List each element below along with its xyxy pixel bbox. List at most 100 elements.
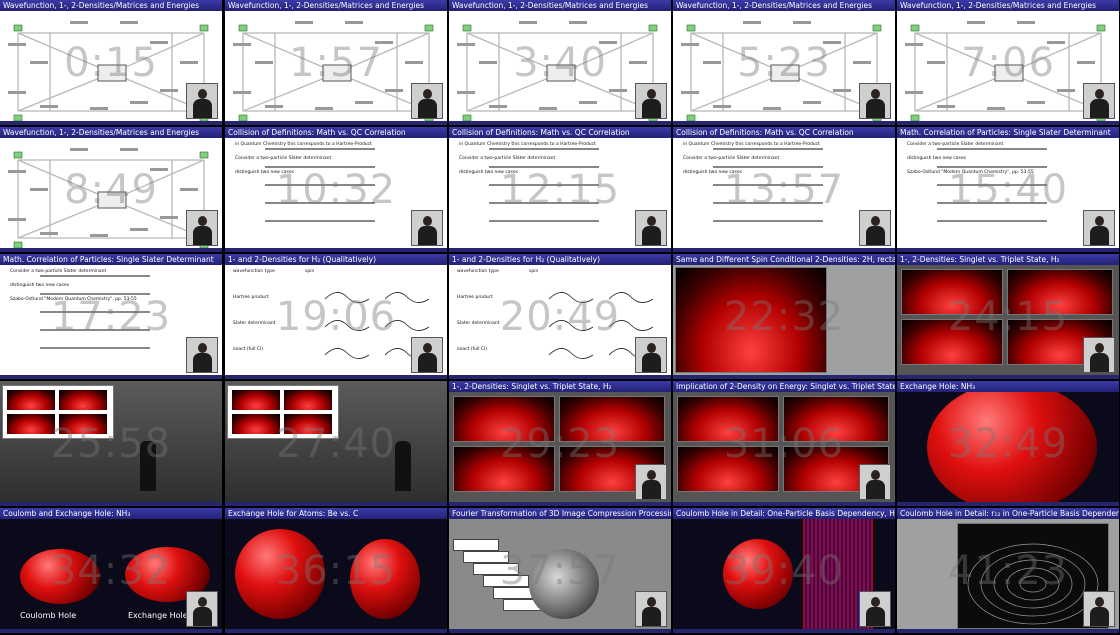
formula-line — [489, 148, 599, 150]
video-thumbnail[interactable]: Coulomb Hole in Detail: r₁₂ in One-Parti… — [897, 508, 1119, 633]
video-thumbnail[interactable]: Coulomb Hole in Detail: One-Particle Bas… — [673, 508, 895, 633]
density-surface — [678, 397, 778, 441]
slide-footer-bar — [449, 375, 671, 379]
video-thumbnail[interactable]: Implication of 2-Density on Energy: Sing… — [673, 381, 895, 506]
slide-title: Collision of Definitions: Math vs. QC Co… — [225, 127, 447, 138]
slide-text-line: Szabo-Ostlund "Modern Quantum Chemistry"… — [907, 170, 1034, 175]
exchange-label: Exchange Hole — [128, 611, 188, 620]
video-thumbnail[interactable]: Wavefunction, 1-, 2-Densities/Matrices a… — [673, 0, 895, 125]
lecturer-head — [198, 89, 207, 99]
formula-line — [265, 166, 375, 168]
3d-plot-window — [453, 446, 555, 492]
slide-title: 1-, 2-Densities: Singlet vs. Triplet Sta… — [897, 254, 1119, 265]
lecturer-head — [647, 216, 656, 226]
slide-footer-bar — [0, 629, 222, 633]
webcam-inset — [635, 464, 667, 500]
formula-line — [265, 202, 375, 204]
video-thumbnail[interactable]: in Quantum Chemistry this corresponds to… — [673, 127, 895, 252]
density-surface — [676, 268, 826, 372]
slide-title: Wavefunction, 1-, 2-Densities/Matrices a… — [449, 0, 671, 11]
slide-footer-bar — [0, 375, 222, 379]
video-thumbnail[interactable]: Wavefunction, 1-, 2-Densities/Matrices a… — [0, 0, 222, 125]
lecturer-head — [647, 470, 656, 480]
slide-title: 1- and 2-Densities for H₂ (Qualitatively… — [449, 254, 671, 265]
slide-title: Math. Correlation of Particles: Single S… — [897, 127, 1119, 138]
coulomb-hole-surface — [20, 549, 100, 604]
slide-content — [673, 265, 895, 375]
video-thumbnail[interactable]: Consider a two-particle Slater determina… — [897, 127, 1119, 252]
formula-line — [713, 166, 823, 168]
slide-title: Same and Different Spin Conditional 2-De… — [673, 254, 895, 265]
density-surface — [284, 390, 332, 410]
slide-footer-bar — [897, 629, 1119, 633]
lecturer-head — [1095, 597, 1104, 607]
slide-title: Exchange Hole for Atoms: Be vs. C — [225, 508, 447, 519]
video-thumbnail[interactable]: Exchange Hole for Atoms: Be vs. C 36:15 — [225, 508, 447, 633]
webcam-inset — [1083, 337, 1115, 373]
3d-plot-window — [901, 269, 1003, 315]
video-thumbnail[interactable]: 27:40 — [225, 381, 447, 506]
formula-line — [40, 329, 150, 331]
video-thumbnail[interactable]: Wavefunction, 1-, 2-Densities/Matrices a… — [897, 0, 1119, 125]
image-tile — [453, 539, 499, 551]
lecturer-head — [198, 216, 207, 226]
slide-text-line: distinguish two new cases — [907, 156, 966, 161]
formula-line — [489, 166, 599, 168]
lecturer-head — [871, 89, 880, 99]
formula-line — [713, 220, 823, 222]
video-thumbnail[interactable]: Coulomb Hole Exchange Hole Coulomb and Exc… — [0, 508, 222, 633]
density-surface — [678, 447, 778, 491]
lecturer-body — [418, 226, 437, 245]
slide-footer-bar — [897, 121, 1119, 125]
3d-plot-window — [559, 396, 665, 442]
formula-line — [40, 275, 150, 277]
lecturer-body — [866, 480, 885, 499]
video-thumbnail[interactable]: Wavefunction, 1-, 2-Densities/Matrices a… — [449, 0, 671, 125]
webcam-inset — [859, 83, 891, 119]
video-thumbnail-grid: Wavefunction, 1-, 2-Densities/Matrices a… — [0, 0, 1120, 635]
video-thumbnail[interactable]: Fourier Transformation of 3D Image Compr… — [449, 508, 671, 633]
video-thumbnail[interactable]: in Quantum Chemistry this corresponds to… — [449, 127, 671, 252]
coulomb-hole-surface — [723, 539, 793, 609]
slide-content — [897, 392, 1119, 502]
slide-footer-bar — [897, 502, 1119, 506]
video-thumbnail[interactable]: Same and Different Spin Conditional 2-De… — [673, 254, 895, 379]
lecturer-body — [866, 226, 885, 245]
density-surface — [454, 447, 554, 491]
compressed-image-sphere — [529, 549, 599, 619]
webcam-inset — [635, 337, 667, 373]
lecturer-head — [198, 597, 207, 607]
video-thumbnail[interactable]: Consider a two-particle Slater determina… — [0, 254, 222, 379]
video-thumbnail[interactable]: Wavefunction, 1-, 2-Densities/Matrices a… — [225, 0, 447, 125]
video-thumbnail[interactable]: 1-, 2-Densities: Singlet vs. Triplet Sta… — [449, 381, 671, 506]
slide-footer-bar — [673, 375, 895, 379]
density-surface — [232, 390, 280, 410]
slide-text-line: Szabo-Ostlund "Modern Quantum Chemistry"… — [10, 297, 137, 302]
lecturer-body — [1090, 226, 1109, 245]
density-surface — [284, 414, 332, 434]
video-thumbnail[interactable]: wavefunction type Hartree product Slater d… — [225, 254, 447, 379]
video-thumbnail[interactable]: Wavefunction, 1-, 2-Densities/Matrices a… — [0, 127, 222, 252]
lecturer-head — [647, 597, 656, 607]
3d-plot-window — [453, 396, 555, 442]
3d-plot-window — [901, 319, 1003, 365]
slide-title: Wavefunction, 1-, 2-Densities/Matrices a… — [897, 0, 1119, 11]
lecturer-body — [193, 99, 212, 118]
slide-title: Wavefunction, 1-, 2-Densities/Matrices a… — [0, 0, 222, 11]
webcam-inset — [186, 83, 218, 119]
video-thumbnail[interactable]: wavefunction type Hartree product Slater d… — [449, 254, 671, 379]
video-thumbnail[interactable]: in Quantum Chemistry this corresponds to… — [225, 127, 447, 252]
lecturer-body — [642, 607, 661, 626]
image-tile — [463, 551, 509, 563]
slide-footer-bar — [0, 502, 222, 506]
formula-line — [265, 220, 375, 222]
lecturer-body — [193, 353, 212, 372]
lecturer-body — [642, 226, 661, 245]
video-thumbnail[interactable]: 25:58 — [0, 381, 222, 506]
be-exchange-hole — [235, 529, 325, 619]
video-thumbnail[interactable]: Exchange Hole: NH₃ 32:49 — [897, 381, 1119, 506]
3d-plot-window — [675, 267, 827, 373]
formula-line — [937, 148, 1047, 150]
c-exchange-hole — [350, 539, 420, 619]
video-thumbnail[interactable]: 1-, 2-Densities: Singlet vs. Triplet Sta… — [897, 254, 1119, 379]
